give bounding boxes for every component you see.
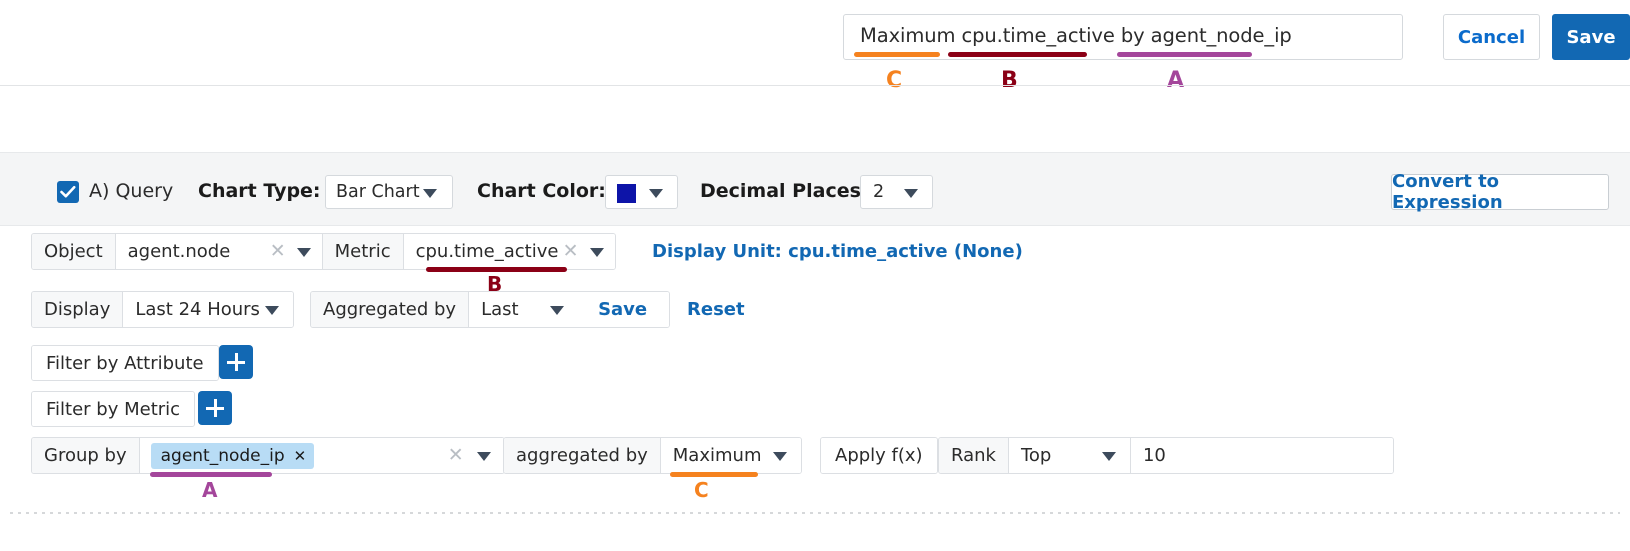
annotation-label-a-groupby: A: [202, 478, 217, 502]
rank-count-value: 10: [1131, 445, 1166, 466]
aggregated-by-value: Last: [469, 299, 519, 320]
object-metric-group: Object agent.node ✕ Metric cpu.time_acti…: [31, 233, 616, 270]
chart-color-select[interactable]: [605, 175, 678, 209]
apply-fx-group: Apply f(x): [820, 437, 938, 474]
chevron-down-icon[interactable]: [477, 452, 491, 461]
display-label: Display: [32, 292, 123, 327]
chevron-down-icon[interactable]: [904, 189, 918, 198]
apply-fx-button[interactable]: Apply f(x): [821, 438, 937, 473]
metric-value: cpu.time_active: [404, 241, 559, 262]
chart-type-label: Chart Type:: [198, 180, 321, 202]
widget-title-text: Maximum cpu.time_active by agent_node_ip: [860, 24, 1292, 47]
display-reset-link[interactable]: Reset: [687, 299, 745, 320]
aggregated-by-group: Aggregated by Last Save: [310, 291, 670, 328]
chart-type-select[interactable]: Bar Chart: [325, 175, 453, 209]
convert-to-expression-button[interactable]: Convert to Expression: [1391, 174, 1609, 210]
filter-by-metric-group: Filter by Metric: [31, 391, 195, 427]
display-save-link[interactable]: Save: [576, 292, 669, 327]
metric-select[interactable]: cpu.time_active ✕: [404, 234, 615, 269]
display-range-value: Last 24 Hours: [123, 299, 260, 320]
query-enabled-checkbox[interactable]: [57, 181, 79, 203]
query-option-band: A) Query Chart Type: Bar Chart Chart Col…: [0, 152, 1630, 226]
decimal-places-value: 2: [873, 182, 884, 202]
group-by-label: Group by: [32, 438, 140, 473]
metric-label: Metric: [323, 234, 404, 269]
save-button[interactable]: Save: [1552, 14, 1630, 60]
filter-by-attribute-label: Filter by Attribute: [32, 346, 218, 380]
chevron-down-icon[interactable]: [550, 306, 564, 315]
chip-remove-icon[interactable]: ✕: [294, 447, 307, 465]
topbar-divider: [0, 85, 1630, 86]
rank-direction-value: Top: [1009, 445, 1051, 466]
title-token-groupby: agent_node_ip: [1151, 24, 1292, 47]
chevron-down-icon[interactable]: [423, 189, 437, 198]
chevron-down-icon[interactable]: [297, 248, 311, 257]
group-by-select[interactable]: agent_node_ip ✕ ✕: [140, 438, 504, 473]
rank-count-input[interactable]: 10: [1131, 438, 1393, 473]
chevron-down-icon[interactable]: [265, 306, 279, 315]
display-unit-link[interactable]: Display Unit: cpu.time_active (None): [652, 241, 1023, 262]
group-by-chip[interactable]: agent_node_ip ✕: [151, 443, 315, 469]
decimal-places-select[interactable]: 2: [860, 175, 933, 209]
annotation-label-c-aggregation: C: [694, 478, 709, 502]
section-dotted-divider: [10, 512, 1620, 514]
annotation-label-b-title: B: [1001, 68, 1018, 93]
group-aggregated-by-label: aggregated by: [504, 438, 661, 473]
group-aggregated-by-value: Maximum: [661, 445, 762, 466]
rank-direction-select[interactable]: Top: [1009, 438, 1131, 473]
add-attribute-filter-button[interactable]: [219, 345, 253, 379]
group-aggregated-by-select[interactable]: Maximum: [661, 438, 801, 473]
annotation-label-a-title: A: [1167, 68, 1184, 93]
aggregated-by-select[interactable]: Last: [469, 292, 576, 327]
decimal-places-label: Decimal Places:: [700, 180, 869, 202]
object-select[interactable]: agent.node ✕: [116, 234, 323, 269]
cancel-button[interactable]: Cancel: [1443, 14, 1540, 60]
annotation-underline-a-groupby: [150, 472, 272, 477]
object-value: agent.node: [116, 241, 231, 262]
chart-type-value: Bar Chart: [336, 182, 420, 202]
chevron-down-icon[interactable]: [590, 248, 604, 257]
annotation-underline-b-title: [948, 52, 1087, 57]
title-token-metric: cpu.time_active: [962, 24, 1115, 47]
filter-by-metric-label: Filter by Metric: [32, 392, 194, 426]
group-by-group: Group by agent_node_ip ✕ ✕: [31, 437, 505, 474]
annotation-label-c-title: C: [886, 68, 902, 93]
display-range-select[interactable]: Last 24 Hours: [123, 292, 293, 327]
object-label: Object: [32, 234, 116, 269]
rank-label: Rank: [939, 438, 1009, 473]
clear-x-icon[interactable]: ✕: [270, 242, 286, 261]
clear-x-icon[interactable]: ✕: [563, 242, 579, 261]
clear-x-icon[interactable]: ✕: [448, 446, 464, 465]
add-metric-filter-button[interactable]: [198, 391, 232, 425]
chart-color-label: Chart Color:: [477, 180, 606, 202]
check-icon: [60, 185, 76, 199]
chevron-down-icon[interactable]: [649, 189, 663, 198]
rank-group: Rank Top 10: [938, 437, 1394, 474]
aggregated-by-label: Aggregated by: [311, 292, 469, 327]
chart-color-swatch: [617, 184, 636, 203]
query-label: A) Query: [89, 180, 173, 202]
display-group: Display Last 24 Hours: [31, 291, 294, 328]
chevron-down-icon[interactable]: [773, 452, 787, 461]
annotation-underline-a-title: [1117, 52, 1252, 57]
annotation-underline-c-aggregation: [670, 472, 758, 477]
title-token-aggregation: Maximum: [860, 24, 955, 47]
filter-by-attribute-group: Filter by Attribute: [31, 345, 219, 381]
group-by-chip-label: agent_node_ip: [161, 446, 285, 466]
edit-widget-screen: Maximum cpu.time_active by agent_node_ip…: [0, 0, 1630, 551]
top-bar: Maximum cpu.time_active by agent_node_ip…: [0, 0, 1630, 86]
chevron-down-icon[interactable]: [1102, 452, 1116, 461]
annotation-underline-c-title: [854, 52, 940, 57]
title-token-by: by: [1121, 24, 1145, 47]
group-aggregated-by-group: aggregated by Maximum: [503, 437, 802, 474]
